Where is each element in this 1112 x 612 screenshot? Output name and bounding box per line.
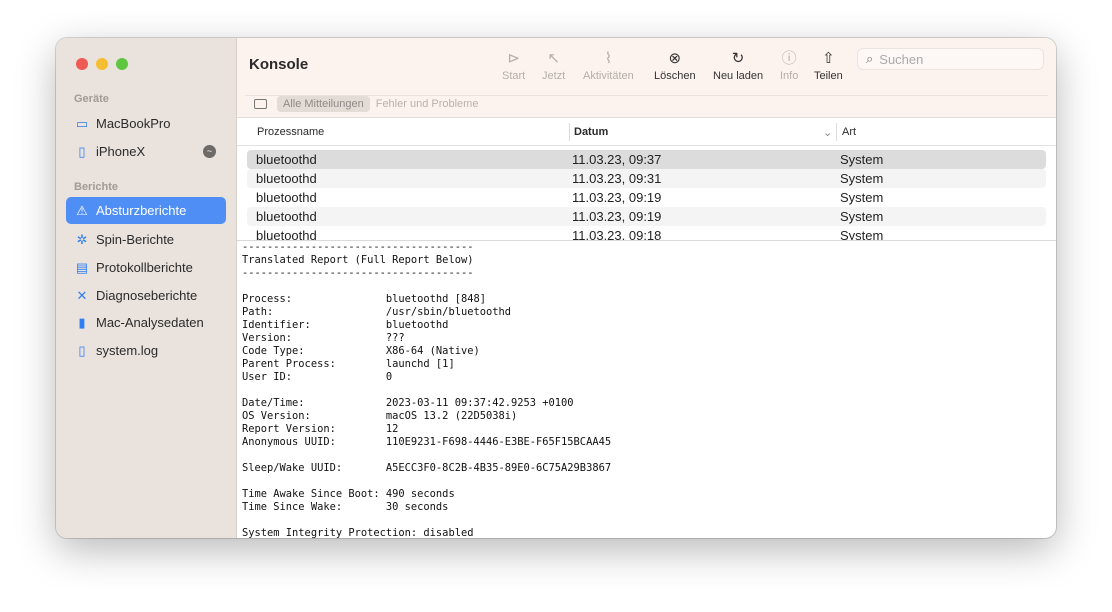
table-header: Prozessname Datum ⌄ Art bbox=[237, 119, 1056, 146]
button-label: Teilen bbox=[814, 70, 843, 82]
cell-process: bluetoothd bbox=[256, 190, 317, 205]
table-row[interactable]: bluetoothd 11.03.23, 09:19 System bbox=[247, 188, 1046, 207]
sync-icon: ~ bbox=[203, 145, 216, 158]
file-icon: ▯ bbox=[78, 342, 86, 358]
table-row[interactable]: bluetoothd 11.03.23, 09:37 System bbox=[247, 150, 1046, 169]
close-button[interactable] bbox=[76, 58, 88, 70]
info-icon: ⓘ bbox=[781, 50, 797, 67]
search-icon: ⌕ bbox=[866, 51, 874, 66]
sidebar-item-label: system.log bbox=[96, 343, 159, 358]
sort-chevron-icon[interactable]: ⌄ bbox=[823, 126, 832, 139]
sidebar-item-label: Protokollberichte bbox=[96, 260, 193, 275]
table-row[interactable]: bluetoothd 11.03.23, 09:19 System bbox=[247, 207, 1046, 226]
reports-heading: Berichte bbox=[74, 181, 119, 193]
filter-all-messages[interactable]: Alle Mitteilungen bbox=[277, 96, 370, 112]
main-pane: Konsole ⊳ Start ↖ Jetzt ⌇ Aktivitäten ⊗ Lösc… bbox=[237, 38, 1056, 538]
sidebar-item-label: MacBookPro bbox=[96, 116, 171, 131]
chart-icon: ▮ bbox=[78, 314, 86, 330]
sidebar-item-label: iPhoneX bbox=[96, 144, 146, 159]
sidebar-item-label: Mac-Analysedaten bbox=[96, 315, 204, 330]
start-button[interactable]: ⊳ Start bbox=[502, 50, 525, 82]
cell-process: bluetoothd bbox=[256, 209, 317, 224]
button-label: Aktivitäten bbox=[583, 70, 634, 82]
cell-date: 11.03.23, 09:18 bbox=[572, 228, 662, 240]
iphone-icon: ▯ bbox=[78, 143, 86, 159]
sidebar-item-absturzberichte[interactable]: ⚠ Absturzberichte bbox=[66, 197, 226, 224]
table-row[interactable]: bluetoothd 11.03.23, 09:31 System bbox=[247, 169, 1046, 188]
button-label: Jetzt bbox=[542, 70, 566, 82]
sidebar-item-iphonex[interactable]: ▯ iPhoneX ~ bbox=[66, 138, 226, 165]
arrow-up-left-icon: ↖ bbox=[547, 50, 560, 67]
column-datum[interactable]: Datum bbox=[574, 126, 608, 138]
search-placeholder: Suchen bbox=[879, 51, 924, 67]
cell-type: System bbox=[840, 209, 884, 224]
cell-date: 11.03.23, 09:19 bbox=[572, 190, 662, 205]
sidebar-item-diagnoseberichte[interactable]: ✕ Diagnoseberichte bbox=[66, 282, 226, 309]
laptop-icon: ▭ bbox=[75, 115, 89, 131]
sidebar-toggle-icon[interactable] bbox=[254, 99, 267, 109]
table-row[interactable]: bluetoothd 11.03.23, 09:18 System bbox=[247, 226, 1046, 240]
sidebar-item-protokollberichte[interactable]: ▤ Protokollberichte bbox=[66, 254, 226, 281]
teilen-button[interactable]: ⇧ Teilen bbox=[814, 50, 843, 82]
info-button[interactable]: ⓘ Info bbox=[780, 50, 798, 82]
button-label: Start bbox=[502, 70, 526, 82]
cell-date: 11.03.23, 09:19 bbox=[572, 209, 662, 224]
cell-type: System bbox=[840, 190, 884, 205]
column-prozessname[interactable]: Prozessname bbox=[257, 126, 324, 138]
window-controls bbox=[76, 58, 128, 70]
search-field[interactable]: ⌕ Suchen bbox=[857, 48, 1044, 70]
reload-icon: ↻ bbox=[731, 50, 745, 67]
sidebar-item-label: Absturzberichte bbox=[96, 203, 187, 218]
filter-bar: Alle Mitteilungen Fehler und Probleme bbox=[245, 95, 1048, 112]
sidebar-item-macbookpro[interactable]: ▭ MacBookPro bbox=[66, 110, 226, 137]
cell-date: 11.03.23, 09:37 bbox=[572, 152, 662, 167]
window-title: Konsole bbox=[249, 56, 309, 73]
clear-icon: ⊗ bbox=[668, 50, 682, 67]
jetzt-button[interactable]: ↖ Jetzt bbox=[542, 50, 565, 82]
zoom-button[interactable] bbox=[116, 58, 128, 70]
neu-laden-button[interactable]: ↻ Neu laden bbox=[713, 50, 763, 82]
cell-type: System bbox=[840, 171, 884, 186]
activity-icon: ⌇ bbox=[604, 50, 613, 67]
sidebar-item-spin-berichte[interactable]: ✲ Spin-Berichte bbox=[66, 226, 226, 253]
sidebar: Geräte ▭ MacBookPro ▯ iPhoneX ~ Berichte ⚠ A… bbox=[56, 38, 237, 538]
warning-icon: ⚠ bbox=[76, 202, 88, 218]
sidebar-item-system-log[interactable]: ▯ system.log bbox=[66, 337, 226, 364]
button-label: Neu laden bbox=[713, 70, 764, 82]
document-icon: ▤ bbox=[75, 259, 89, 275]
report-text[interactable]: ------------------------------------- Tr… bbox=[242, 241, 611, 538]
loeschen-button[interactable]: ⊗ Löschen bbox=[654, 50, 696, 82]
minimize-button[interactable] bbox=[96, 58, 108, 70]
column-art[interactable]: Art bbox=[842, 126, 856, 138]
cell-process: bluetoothd bbox=[256, 152, 317, 167]
report-list: bluetoothd 11.03.23, 09:37 System bluetoot… bbox=[247, 150, 1046, 240]
tools-icon: ✕ bbox=[76, 287, 88, 303]
cell-process: bluetoothd bbox=[256, 171, 317, 186]
filter-errors[interactable]: Fehler und Probleme bbox=[376, 98, 479, 110]
cell-type: System bbox=[840, 228, 884, 240]
sidebar-item-label: Spin-Berichte bbox=[96, 232, 175, 247]
cell-date: 11.03.23, 09:31 bbox=[572, 171, 662, 186]
sidebar-item-mac-analysedaten[interactable]: ▮ Mac-Analysedaten bbox=[66, 309, 226, 336]
toolbar: Konsole ⊳ Start ↖ Jetzt ⌇ Aktivitäten ⊗ Lösc… bbox=[237, 38, 1056, 118]
console-window: Geräte ▭ MacBookPro ▯ iPhoneX ~ Berichte ⚠ A… bbox=[56, 38, 1056, 538]
cell-type: System bbox=[840, 152, 884, 167]
play-icon: ⊳ bbox=[507, 50, 520, 67]
sidebar-item-label: Diagnoseberichte bbox=[96, 288, 198, 303]
spin-icon: ✲ bbox=[76, 231, 88, 247]
aktivitaeten-button[interactable]: ⌇ Aktivitäten bbox=[583, 50, 634, 82]
share-icon: ⇧ bbox=[822, 50, 835, 67]
devices-heading: Geräte bbox=[74, 93, 109, 105]
cell-process: bluetoothd bbox=[256, 228, 317, 240]
button-label: Löschen bbox=[654, 70, 696, 82]
button-label: Info bbox=[780, 70, 799, 82]
